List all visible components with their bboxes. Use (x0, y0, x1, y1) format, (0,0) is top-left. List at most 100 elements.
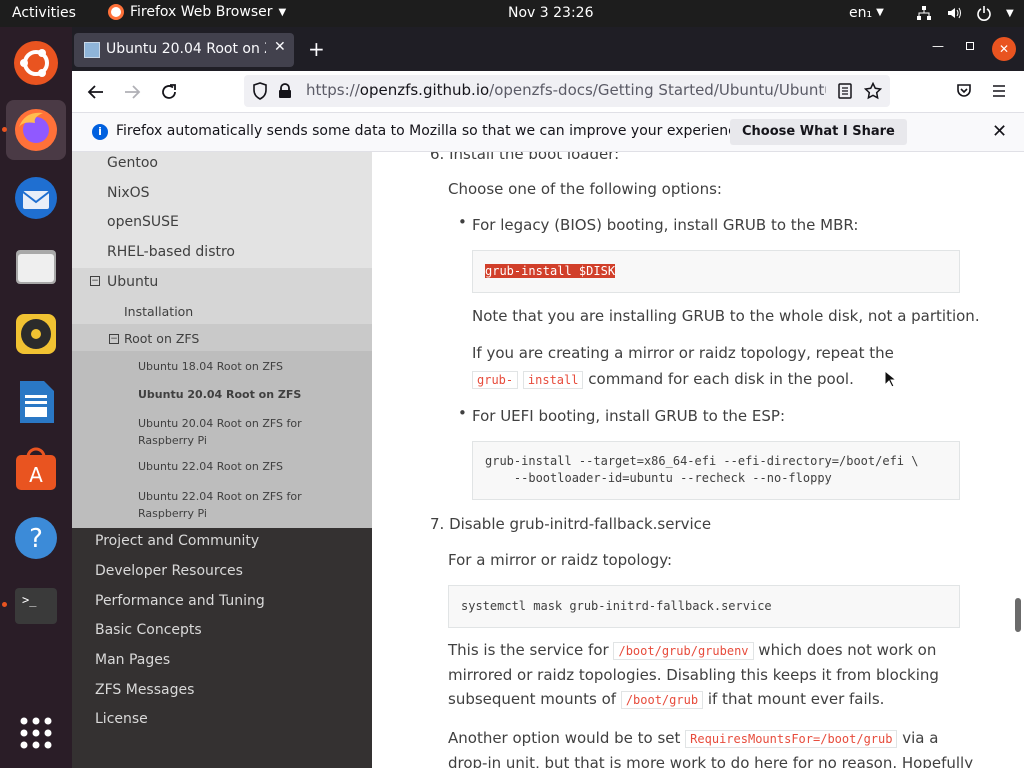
menu-icon[interactable] (992, 84, 1006, 98)
sidebar-item-root-on-zfs[interactable]: Root on ZFS (124, 331, 199, 346)
language-indicator[interactable]: en₁ ▼ (849, 5, 884, 21)
url-bar[interactable]: https://openzfs.github.io/openzfs-docs/G… (244, 75, 890, 107)
libreoffice-writer-icon[interactable] (6, 372, 66, 432)
inline-code: RequiresMountsFor=/boot/grub (685, 730, 898, 748)
new-tab-icon[interactable]: + (308, 37, 325, 61)
notification-bar: i Firefox automatically sends some data … (72, 113, 1024, 152)
dock: A ? >_ (0, 27, 72, 768)
app-menu-label: Firefox Web Browser (130, 4, 273, 20)
browser-tab[interactable]: Ubuntu 20.04 Root on ZF ✕ (74, 33, 294, 67)
app-center-icon[interactable]: A (6, 440, 66, 500)
inline-code: grub- (472, 371, 519, 389)
scrollbar-thumb[interactable] (1015, 598, 1021, 632)
svg-text:>_: >_ (22, 593, 37, 607)
clock[interactable]: Nov 3 23:26 (508, 5, 593, 21)
sidebar-item-zfs-messages[interactable]: ZFS Messages (95, 682, 194, 698)
sidebar-item-ubuntu-2004-current[interactable]: Ubuntu 20.04 Root on ZFS (138, 388, 301, 401)
inline-code: install (522, 371, 584, 389)
whole-disk-note: Note that you are installing GRUB to the… (472, 307, 980, 325)
sidebar-item-ubuntu[interactable]: Ubuntu (107, 274, 158, 290)
code-line: systemctl mask grub-initrd-fallback.serv… (461, 599, 772, 613)
inline-code: /boot/grub/grubenv (613, 642, 754, 660)
maximize-icon[interactable] (966, 42, 974, 50)
power-icon (977, 6, 991, 21)
chevron-down-icon: ▼ (278, 6, 287, 18)
service-paragraph: This is the service for /boot/grub/grube… (448, 638, 948, 712)
sidebar-item-gentoo[interactable]: Gentoo (107, 155, 158, 171)
svg-text:?: ? (29, 524, 43, 554)
reader-view-icon[interactable] (838, 83, 852, 99)
sidebar-item-man-pages[interactable]: Man Pages (95, 652, 170, 668)
back-icon[interactable] (87, 83, 105, 101)
minimize-icon[interactable]: — (932, 39, 944, 53)
code-block-systemctl: systemctl mask grub-initrd-fallback.serv… (448, 585, 960, 628)
code-block-grub-efi: grub-install --target=x86_64-efi --efi-d… (472, 441, 960, 500)
inline-code: /boot/grub (620, 691, 704, 709)
tab-bar: Ubuntu 20.04 Root on ZF ✕ + — ✕ (72, 27, 1024, 71)
sidebar-item-license[interactable]: License (95, 711, 148, 727)
show-apps-icon[interactable] (6, 703, 66, 763)
sidebar-item-ubuntu-2004-rpi[interactable]: Ubuntu 20.04 Root on ZFS for Raspberry P… (138, 415, 358, 449)
lock-icon (279, 83, 291, 98)
collapse-icon[interactable]: − (90, 276, 100, 286)
system-tray[interactable]: ▼ (916, 5, 1014, 21)
sidebar-item-developer-resources[interactable]: Developer Resources (95, 563, 243, 579)
another-text-c: drop-in unit, but that is more work to d… (448, 754, 974, 768)
network-icon (917, 6, 931, 20)
legacy-bios-text: For legacy (BIOS) booting, install GRUB … (472, 216, 859, 234)
code-line: grub-install $DISK (485, 264, 616, 278)
bookmark-star-icon[interactable] (864, 82, 882, 100)
sidebar-item-opensuse[interactable]: openSUSE (107, 214, 179, 230)
url-text: https://openzfs.github.io/openzfs-docs/G… (306, 81, 826, 99)
activities-button[interactable]: Activities (12, 5, 76, 21)
app-menu[interactable]: Firefox Web Browser ▼ (108, 4, 286, 20)
chevron-down-icon: ▼ (876, 7, 884, 18)
sidebar-item-ubuntu-2204[interactable]: Ubuntu 22.04 Root on ZFS (138, 460, 283, 473)
code-block-grub-install: grub-install $DISK (472, 250, 960, 293)
reload-icon[interactable] (160, 83, 178, 101)
shield-icon (253, 82, 267, 100)
code-line: --bootloader-id=ubuntu --recheck --no-fl… (485, 471, 832, 485)
thunderbird-icon[interactable] (6, 168, 66, 228)
sidebar-item-ubuntu-2204-rpi[interactable]: Ubuntu 22.04 Root on ZFS for Raspberry P… (138, 488, 358, 522)
navigation-bar: https://openzfs.github.io/openzfs-docs/G… (72, 71, 1024, 113)
service-text-b: which does not work on (758, 641, 937, 659)
choose-what-i-share-button[interactable]: Choose What I Share (730, 119, 907, 145)
close-window-icon[interactable]: ✕ (992, 37, 1016, 61)
tab-title: Ubuntu 20.04 Root on ZF (106, 41, 266, 57)
sidebar-item-rhel[interactable]: RHEL-based distro (107, 244, 235, 260)
mirror-text-a: If you are creating a mirror or raidz to… (472, 344, 894, 362)
help-icon[interactable]: ? (6, 508, 66, 568)
sidebar-item-basic-concepts[interactable]: Basic Concepts (95, 622, 202, 638)
sidebar-item-nixos[interactable]: NixOS (107, 185, 150, 201)
service-text-e: if that mount ever fails. (707, 690, 885, 708)
close-notice-icon[interactable]: ✕ (992, 121, 1007, 142)
svg-text:A: A (29, 463, 43, 487)
firefox-dock-icon[interactable] (6, 100, 66, 160)
uefi-text: For UEFI booting, install GRUB to the ES… (472, 407, 786, 425)
sidebar-item-project-and-community[interactable]: Project and Community (95, 533, 259, 549)
files-icon[interactable] (6, 236, 66, 296)
sidebar-item-installation[interactable]: Installation (124, 304, 193, 319)
mirror-paragraph: If you are creating a mirror or raidz to… (472, 340, 932, 393)
pocket-icon[interactable] (956, 83, 972, 99)
notice-text: Firefox automatically sends some data to… (116, 123, 749, 139)
volume-icon (948, 7, 961, 19)
main-content: 6. Install the boot loader: Choose one o… (372, 152, 1024, 768)
sidebar-item-ubuntu-1804[interactable]: Ubuntu 18.04 Root on ZFS (138, 360, 283, 373)
terminal-icon[interactable]: >_ (6, 576, 66, 636)
service-text-c: mirrored or raidz topologies. Disabling … (448, 666, 939, 684)
collapse-icon[interactable]: − (109, 334, 119, 344)
choose-options-text: Choose one of the following options: (448, 180, 722, 198)
sidebar-item-performance-and-tuning[interactable]: Performance and Tuning (95, 593, 265, 609)
url-prefix: https:// (306, 81, 360, 99)
url-path: /openzfs-docs/Getting Started/Ubuntu/Ubu… (489, 81, 826, 99)
rhythmbox-icon[interactable] (6, 304, 66, 364)
forward-icon[interactable] (123, 83, 141, 101)
ubuntu-logo-icon[interactable] (6, 33, 66, 93)
mirror-topology-text: For a mirror or raidz topology: (448, 551, 673, 569)
close-tab-icon[interactable]: ✕ (274, 39, 286, 55)
bullet: • (458, 213, 467, 231)
favicon-icon (84, 42, 100, 58)
another-text-a: Another option would be to set (448, 729, 681, 747)
